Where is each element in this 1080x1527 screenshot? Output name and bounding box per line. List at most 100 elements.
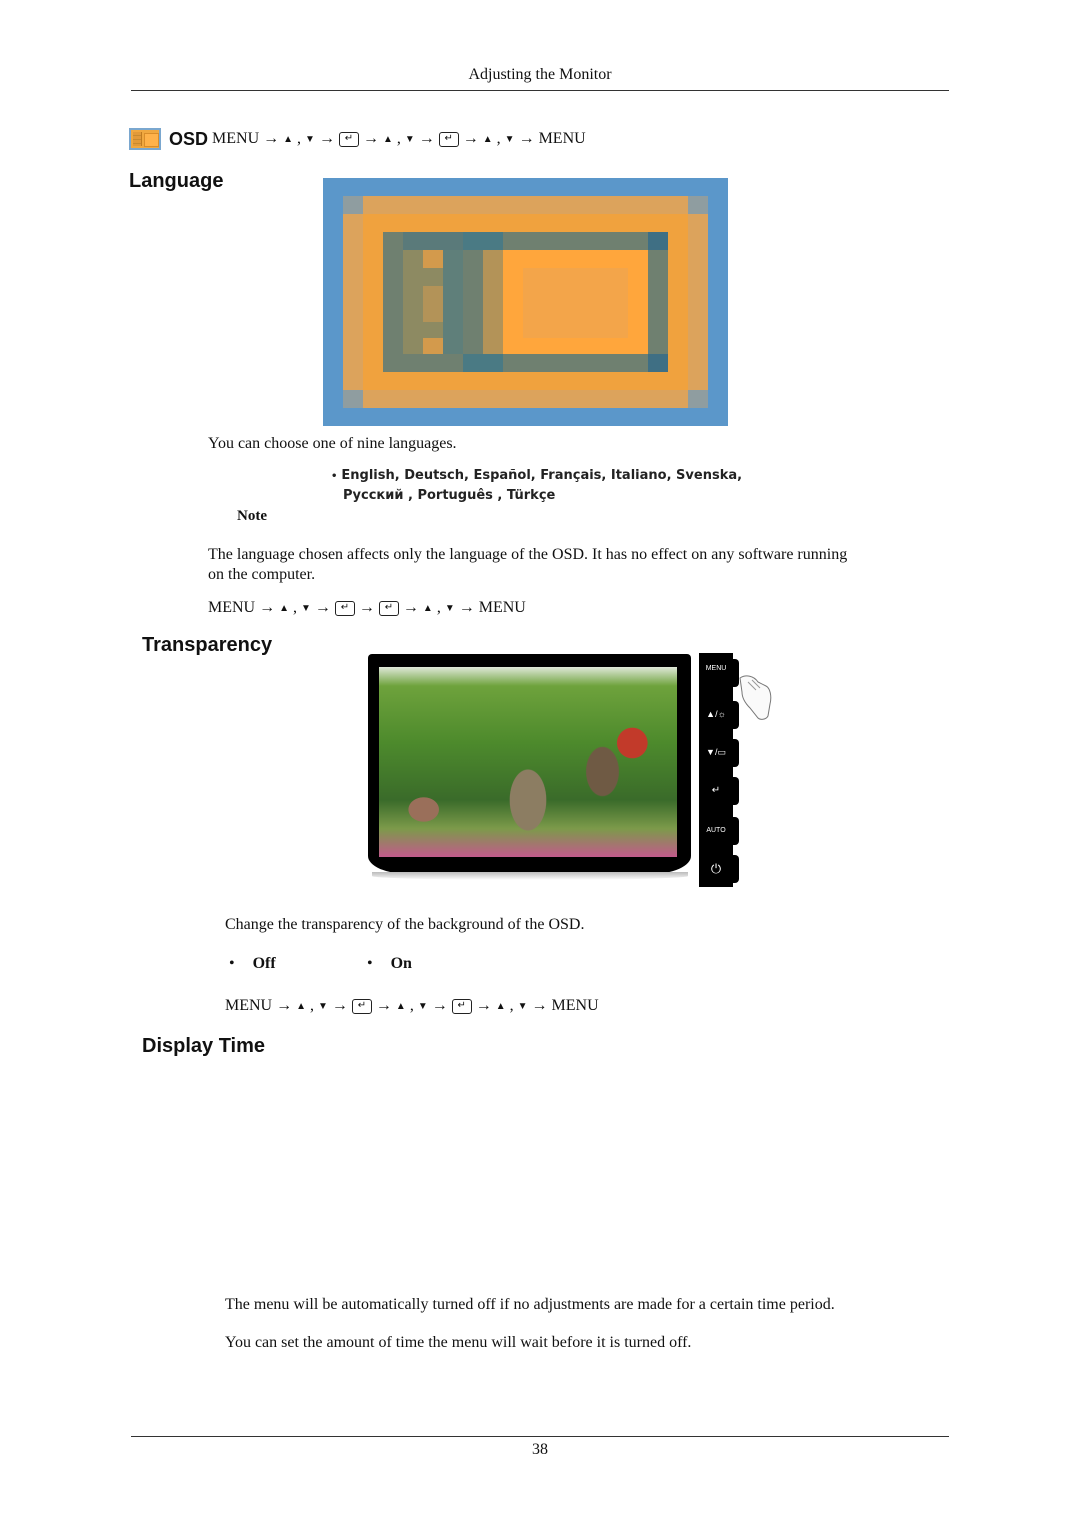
arrow-icon: → [263,130,280,147]
down-triangle-icon: ▼ [318,1000,328,1012]
control-tab [731,855,739,883]
comma: , [297,130,302,147]
language-options-list: • English, Deutsch, Español, Français, It… [331,466,742,505]
page-header-title: Adjusting the Monitor [468,66,612,83]
down-triangle-icon: ▼ [305,133,315,145]
down-triangle-icon: ▼ [517,1000,528,1012]
arrow-icon: → [318,130,335,147]
arrow-icon: → [358,599,375,616]
osd-label: OSD [169,128,209,149]
arrow-icon: → [362,130,379,147]
arrow-icon: → [431,997,448,1014]
monitor-garden-photo [368,654,691,890]
enter-key-icon: ↵ [351,998,372,1014]
footer-rule [131,1436,949,1437]
language-nav-path: MENU → ▲ , ▼ → ↵ → ↵ → ▲ , ▼ → MENU [208,599,526,617]
transparency-option-on: • On [367,955,412,973]
power-button-icon: ⏻ [710,861,722,876]
note-text-line-1: The language chosen affects only the lan… [208,546,848,563]
display-time-heading: Display Time [142,1035,266,1057]
nav-menu-text: MENU [225,997,273,1014]
arrow-icon: → [331,997,348,1014]
enter-key-icon: ↵ [334,600,355,616]
language-options-line-1: • English, Deutsch, Español, Français, It… [331,466,742,486]
bullet: • [331,471,338,482]
arrow-icon: → [458,599,475,616]
comma: , [409,997,414,1014]
comma: , [496,130,501,147]
down-triangle-icon: ▼ [301,602,311,614]
display-time-text-2: You can set the amount of time the menu … [225,1334,692,1351]
arrow-icon: → [314,599,331,616]
monitor-screen-photo [379,667,677,857]
note-text-line-2: on the computer. [208,566,316,583]
control-tab [731,777,739,805]
language-heading: Language [129,170,224,192]
up-triangle-icon: ▲ [279,602,290,614]
arrow-icon: → [375,997,392,1014]
comma: , [310,997,315,1014]
pointing-hand-icon [736,672,774,722]
header-rule [131,90,949,91]
language-description: You can choose one of nine languages. [208,435,457,452]
page-number: 38 [532,1441,548,1458]
arrow-icon: → [259,599,276,616]
down-triangle-icon: ▼ [417,1000,428,1012]
up-brightness-button-icon: ▲/☼ [706,709,726,719]
down-source-button-icon: ▼/▭ [706,747,726,757]
up-triangle-icon: ▲ [283,133,294,145]
down-triangle-icon: ▼ [504,133,515,145]
arrow-icon: → [402,599,419,616]
option-off-label: Off [252,955,276,972]
language-osd-graphic [323,178,728,426]
language-options-line-2: Русский , Português , Türkçe [343,488,556,503]
auto-button-icon: AUTO [706,827,726,834]
note-label: Note [237,508,267,524]
menu-button-icon: MENU [705,665,727,672]
down-triangle-icon: ▼ [404,133,415,145]
transparency-option-off: • Off [229,955,276,973]
enter-key-icon: ↵ [451,998,472,1014]
control-tab [731,739,739,767]
bullet: • [229,955,235,972]
transparency-heading: Transparency [142,634,273,656]
note-text: The language chosen affects only the lan… [208,545,888,585]
control-tab [731,817,739,845]
nav-menu-text: MENU [478,599,526,616]
arrow-icon: → [518,130,535,147]
enter-key-icon: ↵ [338,131,359,147]
enter-key-icon: ↵ [378,600,399,616]
nav-menu-text: MENU [212,130,260,147]
enter-button-icon: ↵ [711,785,721,796]
arrow-icon: → [462,130,479,147]
comma: , [396,130,401,147]
nav-menu-text: MENU [208,599,256,616]
arrow-icon: → [276,997,293,1014]
down-triangle-icon: ▼ [444,602,455,614]
transparency-description: Change the transparency of the backgroun… [225,916,585,933]
comma: , [436,599,441,616]
osd-nav-path: OSD MENU → ▲ , ▼ → ↵ → ▲ , ▼ → ↵ → ▲ , ▼… [129,128,586,150]
option-on-label: On [390,955,412,972]
up-triangle-icon: ▲ [296,1000,307,1012]
language-osd-illustration [323,178,728,426]
comma: , [293,599,298,616]
language-options-text: English, Deutsch, Español, Français, Ita… [341,468,743,483]
bullet: • [367,955,373,972]
up-triangle-icon: ▲ [382,133,393,145]
nav-menu-text: MENU [551,997,599,1014]
up-triangle-icon: ▲ [482,133,493,145]
comma: , [509,997,514,1014]
up-triangle-icon: ▲ [422,602,433,614]
transparency-nav-path: MENU → ▲ , ▼ → ↵ → ▲ , ▼ → ↵ → ▲ , ▼ → M… [225,997,599,1015]
osd-menu-icon [129,128,161,150]
nav-menu-text: MENU [538,130,586,147]
arrow-icon: → [531,997,548,1014]
arrow-icon: → [475,997,492,1014]
monitor-shadow [372,872,688,880]
enter-key-icon: ↵ [438,131,459,147]
display-time-text-1: The menu will be automatically turned of… [225,1296,835,1313]
monitor-control-panel: MENU ▲/☼ ▼/▭ ↵ AUTO ⏻ [699,653,739,887]
up-triangle-icon: ▲ [395,1000,406,1012]
arrow-icon: → [418,130,435,147]
